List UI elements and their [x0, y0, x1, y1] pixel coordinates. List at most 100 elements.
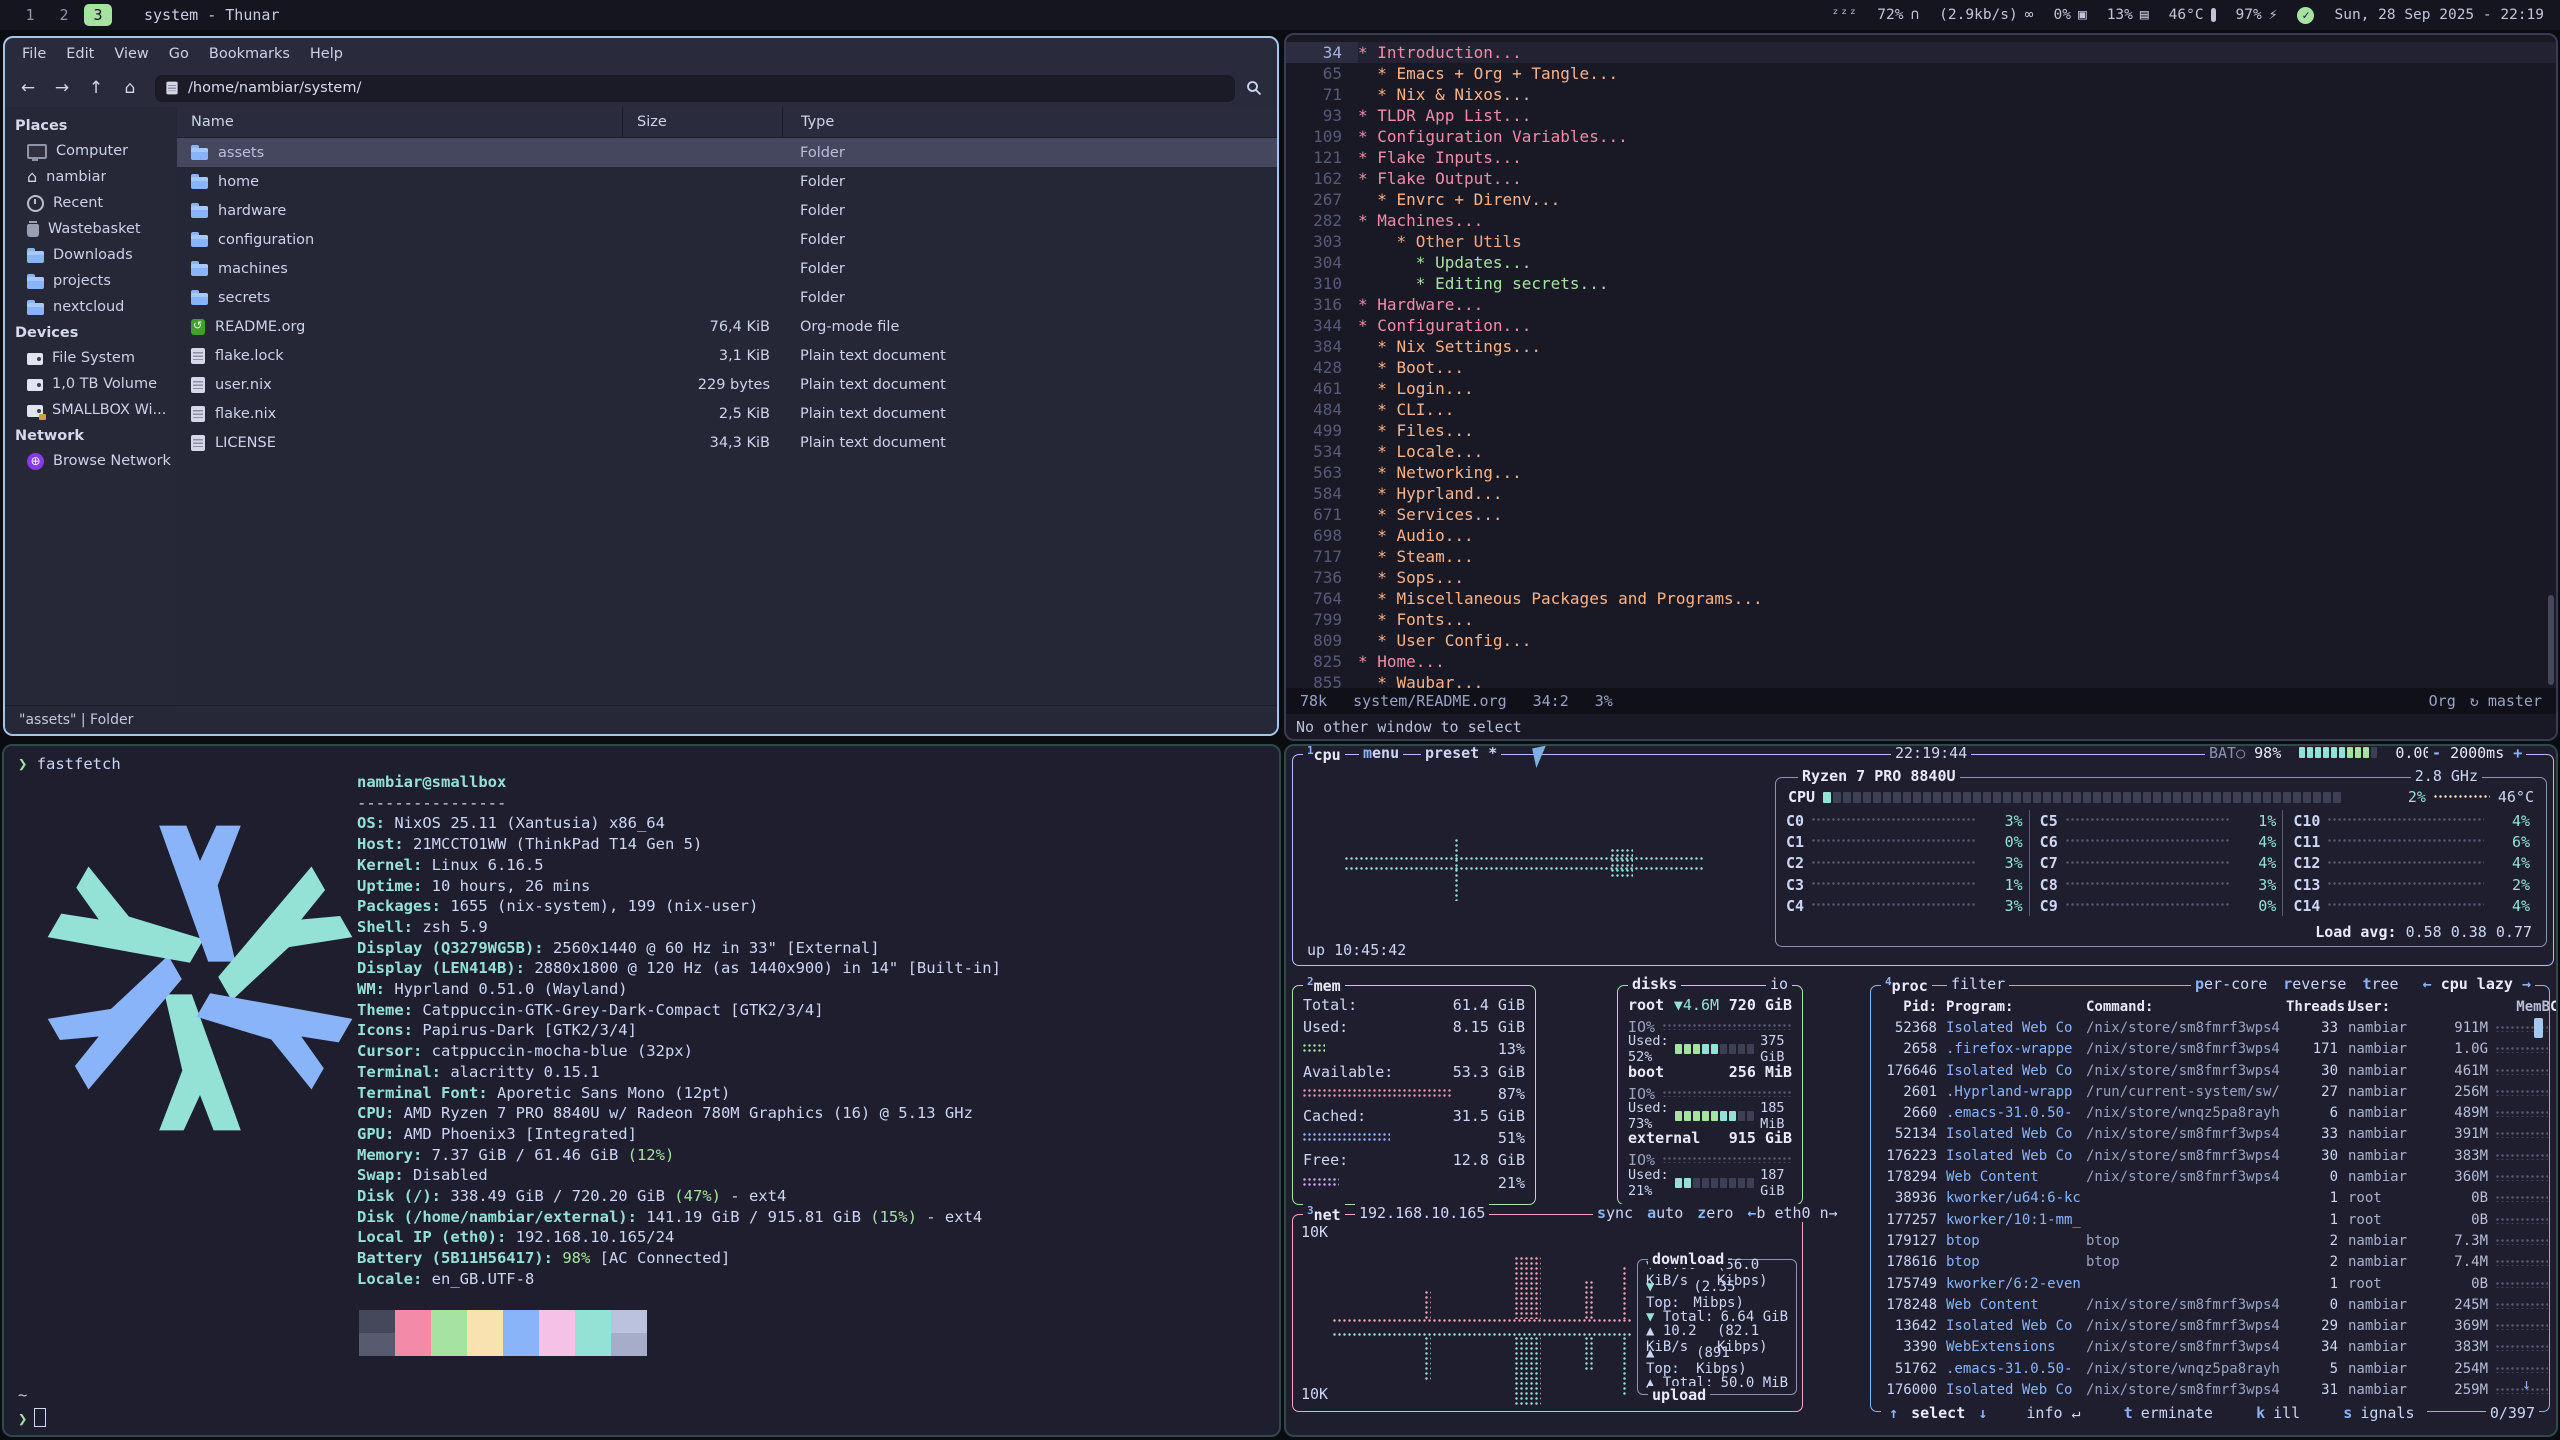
- proc-box-title[interactable]: 4proc: [1881, 975, 1932, 995]
- file-row-user.nix[interactable]: user.nix229 bytesPlain text document: [177, 370, 1277, 399]
- org-heading-line[interactable]: 855 * Waubar...: [1286, 672, 2556, 688]
- org-heading-line[interactable]: 121* Flake Inputs...: [1286, 147, 2556, 168]
- org-heading-line[interactable]: 717 * Steam...: [1286, 546, 2556, 567]
- menu-file[interactable]: File: [13, 45, 55, 63]
- back-button[interactable]: ←: [13, 74, 43, 102]
- process-row[interactable]: 176223Isolated Web Co/nix/store/sm8fmrf3…: [1871, 1145, 2549, 1166]
- org-heading-line[interactable]: 799 * Fonts...: [1286, 609, 2556, 630]
- workspace-button-1[interactable]: 1: [16, 4, 44, 26]
- sidebar-item-1-0-tb-volume[interactable]: 1,0 TB Volume: [5, 371, 177, 397]
- sidebar-item-browse-network[interactable]: ⊕Browse Network: [5, 448, 177, 474]
- prompt-line[interactable]: ❯: [18, 1408, 46, 1428]
- org-heading-line[interactable]: 428 * Boot...: [1286, 357, 2556, 378]
- process-row[interactable]: 179127btopbtop2nambiar7.3M0.0: [1871, 1230, 2549, 1251]
- sidebar-item-smallbox-wi-[interactable]: SMALLBOX Wi...: [5, 397, 177, 423]
- proc-header-Program[interactable]: Program:: [1937, 999, 2086, 1015]
- preset-button[interactable]: preset *: [1421, 744, 1501, 762]
- org-heading-line[interactable]: 534 * Locale...: [1286, 441, 2556, 462]
- org-heading-line[interactable]: 71 * Nix & Nixos...: [1286, 84, 2556, 105]
- column-name[interactable]: Name: [177, 114, 622, 130]
- process-row[interactable]: 177257kworker/10:1-mm_1root0B0.0: [1871, 1209, 2549, 1230]
- net-box-title[interactable]: 3net: [1303, 1204, 1345, 1224]
- file-row-flake.lock[interactable]: flake.lock3,1 KiBPlain text document: [177, 341, 1277, 370]
- process-row[interactable]: 51762.emacs-31.0.50-/nix/store/wnqz5pa8r…: [1871, 1358, 2549, 1379]
- process-row[interactable]: 178616btopbtop2nambiar7.4M0.0: [1871, 1252, 2549, 1273]
- org-heading-line[interactable]: 304 * Updates...: [1286, 252, 2556, 273]
- process-row[interactable]: 176646Isolated Web Co/nix/store/sm8fmrf3…: [1871, 1060, 2549, 1081]
- org-heading-line[interactable]: 671 * Services...: [1286, 504, 2556, 525]
- sidebar-item-recent[interactable]: Recent: [5, 190, 177, 216]
- sidebar-item-downloads[interactable]: Downloads: [5, 242, 177, 268]
- sidebar-item-nextcloud[interactable]: nextcloud: [5, 294, 177, 320]
- sidebar-item-computer[interactable]: Computer: [5, 138, 177, 164]
- forward-button[interactable]: →: [47, 74, 77, 102]
- process-row[interactable]: 52368Isolated Web Co/nix/store/sm8fmrf3w…: [1871, 1017, 2549, 1038]
- sidebar-item-wastebasket[interactable]: Wastebasket: [5, 216, 177, 242]
- proc-header-Pid[interactable]: Pid:: [1871, 999, 1937, 1015]
- org-heading-line[interactable]: 303 * Other Utils: [1286, 231, 2556, 252]
- org-heading-line[interactable]: 316* Hardware...: [1286, 294, 2556, 315]
- org-heading-line[interactable]: 282* Machines...: [1286, 210, 2556, 231]
- proc-header-MemB[interactable]: MemB: [2432, 999, 2550, 1015]
- process-row[interactable]: 175749kworker/6:2-even1root0B0.0: [1871, 1273, 2549, 1294]
- process-row[interactable]: 38936kworker/u64:6-kc1root0B0.0: [1871, 1188, 2549, 1209]
- up-button[interactable]: ↑: [81, 74, 111, 102]
- process-row[interactable]: 176000Isolated Web Co/nix/store/sm8fmrf3…: [1871, 1379, 2549, 1400]
- file-row-machines[interactable]: machinesFolder: [177, 254, 1277, 283]
- kill-button[interactable]: kill: [2248, 1404, 2308, 1422]
- org-heading-line[interactable]: 109* Configuration Variables...: [1286, 126, 2556, 147]
- proc-scrollbar-thumb[interactable]: [2534, 1018, 2543, 1038]
- cpu-box-title[interactable]: 1cpu: [1303, 744, 1345, 764]
- workspace-button-2[interactable]: 2: [50, 4, 78, 26]
- org-heading-line[interactable]: 736 * Sops...: [1286, 567, 2556, 588]
- file-row-configuration[interactable]: configurationFolder: [177, 225, 1277, 254]
- file-row-README.org[interactable]: README.org76,4 KiBOrg-mode file: [177, 312, 1277, 341]
- org-heading-line[interactable]: 499 * Files...: [1286, 420, 2556, 441]
- menu-help[interactable]: Help: [301, 45, 352, 63]
- workspace-button-3[interactable]: 3: [84, 4, 112, 26]
- menu-view[interactable]: View: [105, 45, 157, 63]
- home-button[interactable]: ⌂: [115, 74, 145, 102]
- menu-button[interactable]: menu: [1359, 744, 1403, 762]
- scrollbar-thumb[interactable]: [2548, 595, 2554, 685]
- net-button-beth0n[interactable]: ←b eth0 n→: [1747, 1204, 1837, 1222]
- signals-button[interactable]: signals: [2335, 1404, 2422, 1422]
- net-button-zero[interactable]: zero: [1697, 1204, 1733, 1222]
- net-button-auto[interactable]: auto: [1647, 1204, 1683, 1222]
- process-row[interactable]: 178248Web Content/nix/store/sm8fmrf3wps4…: [1871, 1294, 2549, 1315]
- column-type[interactable]: Type: [782, 107, 1277, 137]
- sidebar-item-nambiar[interactable]: ⌂nambiar: [5, 164, 177, 190]
- menu-go[interactable]: Go: [160, 45, 198, 63]
- mem-box-title[interactable]: 2mem: [1303, 975, 1345, 995]
- org-heading-line[interactable]: 344* Configuration...: [1286, 315, 2556, 336]
- info-button[interactable]: info ↵: [2018, 1404, 2088, 1422]
- file-row-LICENSE[interactable]: LICENSE34,3 KiBPlain text document: [177, 428, 1277, 457]
- org-heading-line[interactable]: 65 * Emacs + Org + Tangle...: [1286, 63, 2556, 84]
- sidebar-item-file-system[interactable]: File System: [5, 345, 177, 371]
- proc-header-Cpu%[interactable]: Cpu% ↑: [2550, 999, 2558, 1015]
- process-row[interactable]: 178294Web Content/nix/store/sm8fmrf3wps4…: [1871, 1166, 2549, 1187]
- process-row[interactable]: 52134Isolated Web Co/nix/store/sm8fmrf3w…: [1871, 1124, 2549, 1145]
- proc-header-Command[interactable]: Command:: [2086, 999, 2286, 1015]
- process-row[interactable]: 2601.Hyprland-wrapp/run/current-system/s…: [1871, 1081, 2549, 1102]
- file-row-hardware[interactable]: hardwareFolder: [177, 196, 1277, 225]
- proc-option-reverse[interactable]: reverse: [2283, 975, 2346, 993]
- org-heading-line[interactable]: 809 * User Config...: [1286, 630, 2556, 651]
- file-row-assets[interactable]: assetsFolder: [177, 138, 1277, 167]
- process-row[interactable]: 2660.emacs-31.0.50-/nix/store/wnqz5pa8ra…: [1871, 1102, 2549, 1123]
- column-size[interactable]: Size: [622, 107, 782, 137]
- proc-header-Threads[interactable]: Threads:: [2286, 999, 2338, 1015]
- org-heading-line[interactable]: 563 * Networking...: [1286, 462, 2556, 483]
- org-heading-line[interactable]: 310 * Editing secrets...: [1286, 273, 2556, 294]
- file-row-secrets[interactable]: secretsFolder: [177, 283, 1277, 312]
- process-row[interactable]: 13642Isolated Web Co/nix/store/sm8fmrf3w…: [1871, 1315, 2549, 1336]
- net-button-sync[interactable]: sync: [1597, 1204, 1633, 1222]
- org-heading-line[interactable]: 162* Flake Output...: [1286, 168, 2556, 189]
- proc-nav[interactable]: ← cpu lazy →: [2419, 975, 2535, 993]
- proc-header-User[interactable]: User:: [2338, 999, 2432, 1015]
- interval-control[interactable]: - 2000ms +: [2428, 744, 2526, 762]
- menu-bookmarks[interactable]: Bookmarks: [200, 45, 299, 63]
- terminate-button[interactable]: terminate: [2116, 1404, 2221, 1422]
- org-heading-line[interactable]: 93* TLDR App List...: [1286, 105, 2556, 126]
- org-heading-line[interactable]: 267 * Envrc + Direnv...: [1286, 189, 2556, 210]
